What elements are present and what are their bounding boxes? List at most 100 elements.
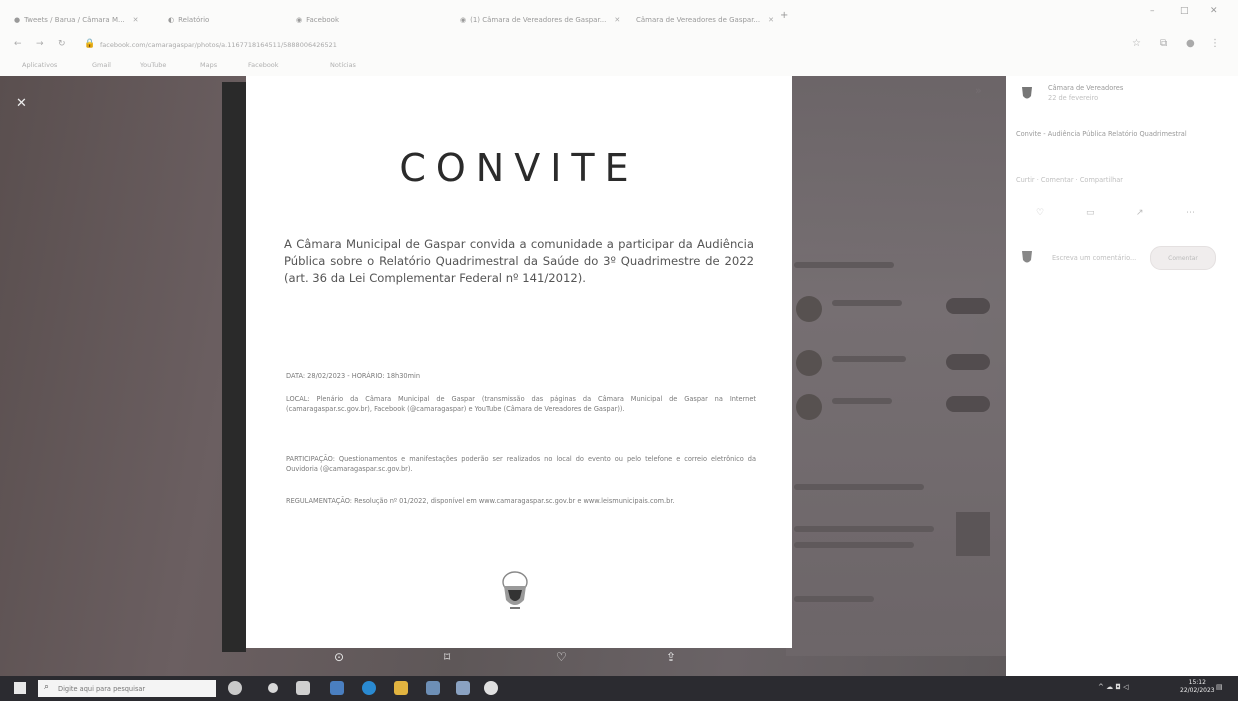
convite-image: CONVITE A Câmara Municipal de Gaspar con… xyxy=(246,76,792,648)
url-field[interactable]: facebook.com/camaragaspar/photos/a.11677… xyxy=(100,41,337,49)
cortana-icon[interactable] xyxy=(228,681,242,695)
page-avatar-icon[interactable] xyxy=(1020,84,1034,102)
tab-close-icon[interactable]: ✕ xyxy=(768,16,774,24)
profile-icon[interactable]: ● xyxy=(1186,38,1195,49)
menu-icon[interactable]: ⋮ xyxy=(1210,38,1220,49)
background-avatar xyxy=(796,296,822,322)
notifications-icon[interactable]: ▤ xyxy=(1216,683,1223,691)
comment-input[interactable]: Escreva um comentário... xyxy=(1052,254,1136,262)
intro-paragraph: A Câmara Municipal de Gaspar convida a c… xyxy=(284,237,754,285)
taskbar-search-input[interactable]: ⌕ Digite aqui para pesquisar xyxy=(38,680,216,697)
extensions-icon[interactable]: ⧉ xyxy=(1160,38,1167,49)
close-window-icon[interactable]: ✕ xyxy=(1210,6,1218,16)
local-paragraph: LOCAL: Plenário da Câmara Municipal de G… xyxy=(286,395,756,413)
new-tab-icon[interactable]: + xyxy=(780,10,788,21)
folder-icon[interactable] xyxy=(394,681,408,695)
start-icon[interactable] xyxy=(14,682,26,694)
background-strip xyxy=(222,82,246,652)
user-avatar-icon xyxy=(1022,251,1032,263)
chrome-icon[interactable] xyxy=(484,681,498,695)
bookmark-item[interactable]: Facebook xyxy=(248,61,279,69)
regulation-paragraph: REGULAMENTAÇÃO: Resolução nº 01/2022, di… xyxy=(286,497,675,505)
tab-favicon-icon: ● xyxy=(14,16,21,24)
viewer-toolbar: ⊙ ⌑ ♡ ⇪ xyxy=(0,648,1006,672)
task-view-icon[interactable] xyxy=(268,683,278,693)
taskbar: ⌕ Digite aqui para pesquisar ^ ☁ ◘ ◁ 15:… xyxy=(0,676,1238,701)
back-icon[interactable]: ← xyxy=(14,39,22,49)
maximize-icon[interactable]: □ xyxy=(1180,6,1189,16)
share-icon[interactable]: ⇪ xyxy=(666,650,676,664)
bookmark-item[interactable]: Maps xyxy=(200,61,217,69)
forward-icon[interactable]: → xyxy=(36,39,44,49)
app-icon[interactable] xyxy=(456,681,470,695)
address-bar-row: ← → ↻ 🔒 facebook.com/camaragaspar/photos… xyxy=(0,34,1238,56)
background-line xyxy=(832,398,892,404)
browser-tab[interactable]: ● Tweets / Barua / Câmara M... ✕ xyxy=(14,12,164,28)
search-placeholder: Digite aqui para pesquisar xyxy=(58,684,146,693)
reactions-summary: Curtir · Comentar · Compartilhar xyxy=(1016,176,1124,184)
tray-icons[interactable]: ^ ☁ ◘ ◁ xyxy=(1098,683,1128,691)
page-name[interactable]: Câmara de Vereadores xyxy=(1048,84,1123,92)
background-page xyxy=(786,76,1006,656)
tab-label: Câmara de Vereadores de Gaspar... xyxy=(636,16,761,24)
browser-tab[interactable]: ◉ (1) Câmara de Vereadores de Gaspar... … xyxy=(460,12,630,28)
background-line xyxy=(832,356,906,362)
like-icon[interactable]: ♡ xyxy=(1036,208,1044,218)
tab-label: Facebook xyxy=(306,16,340,24)
tab-favicon-icon: ◉ xyxy=(460,16,467,24)
share-icon[interactable]: ↗ xyxy=(1136,208,1144,218)
background-pill xyxy=(946,396,990,412)
post-date[interactable]: 22 de fevereiro xyxy=(1048,94,1098,102)
bookmarks-bar: Aplicativos Gmail YouTube Maps Facebook … xyxy=(0,56,1238,76)
browser-tab[interactable]: ◐ Relatório xyxy=(168,12,278,28)
close-icon[interactable]: ✕ xyxy=(16,96,27,111)
taskbar-clock[interactable]: 15:12 22/02/2023 xyxy=(1180,679,1215,695)
bookmark-item[interactable]: Gmail xyxy=(92,61,111,69)
tab-favicon-icon: ◉ xyxy=(296,16,303,24)
background-line xyxy=(794,526,934,532)
comment-icon[interactable]: ▭ xyxy=(1086,208,1095,218)
background-pill xyxy=(946,298,990,314)
coat-of-arms-logo xyxy=(502,571,528,609)
tab-label: (1) Câmara de Vereadores de Gaspar... xyxy=(470,16,607,24)
background-pill xyxy=(946,354,990,370)
date-line: DATA: 28/02/2023 - HORÁRIO: 18h30min xyxy=(286,372,421,380)
browser-tab[interactable]: Câmara de Vereadores de Gaspar... ✕ xyxy=(636,12,776,28)
comment-button[interactable]: Comentar xyxy=(1150,246,1216,270)
background-line xyxy=(794,542,914,548)
background-avatar xyxy=(796,394,822,420)
heart-icon[interactable]: ♡ xyxy=(556,650,567,664)
background-block xyxy=(956,512,990,556)
minimize-icon[interactable]: – xyxy=(1150,6,1155,16)
post-sidebar: Câmara de Vereadores 22 de fevereiro Con… xyxy=(1006,76,1238,676)
browser-tab-bar: ● Tweets / Barua / Câmara M... ✕ ◐ Relat… xyxy=(0,0,1238,34)
bookmark-item[interactable]: YouTube xyxy=(140,61,166,69)
browser-tab[interactable]: ◉ Facebook xyxy=(296,12,416,28)
participation-paragraph: PARTICIPAÇÃO: Questionamentos e manifest… xyxy=(286,455,756,473)
bookmark-item[interactable]: Notícias xyxy=(330,61,356,69)
tab-favicon-icon: ◐ xyxy=(168,16,175,24)
background-line xyxy=(794,596,874,602)
tab-close-icon[interactable]: ✕ xyxy=(614,16,620,24)
app-icon[interactable] xyxy=(330,681,344,695)
edge-icon[interactable] xyxy=(362,681,376,695)
reload-icon[interactable]: ↻ xyxy=(58,39,66,49)
background-line xyxy=(832,300,902,306)
app-icon[interactable] xyxy=(296,681,310,695)
post-text: Convite - Audiência Pública Relatório Qu… xyxy=(1016,130,1187,138)
zoom-icon[interactable]: ⊙ xyxy=(334,650,344,664)
background-avatar xyxy=(796,350,822,376)
more-icon[interactable]: ⋯ xyxy=(1186,208,1195,218)
app-icon[interactable] xyxy=(426,681,440,695)
clock-date: 22/02/2023 xyxy=(1180,687,1215,694)
background-line xyxy=(794,262,894,268)
bookmark-item[interactable]: Aplicativos xyxy=(22,61,57,69)
tab-close-icon[interactable]: ✕ xyxy=(133,16,139,24)
tab-label: Relatório xyxy=(178,16,210,24)
search-icon: ⌕ xyxy=(44,682,50,692)
lock-icon: 🔒 xyxy=(84,39,96,49)
background-line xyxy=(794,484,924,490)
clock-time: 15:12 xyxy=(1188,679,1206,686)
tag-icon[interactable]: ⌑ xyxy=(444,650,450,664)
star-icon[interactable]: ☆ xyxy=(1132,38,1141,49)
